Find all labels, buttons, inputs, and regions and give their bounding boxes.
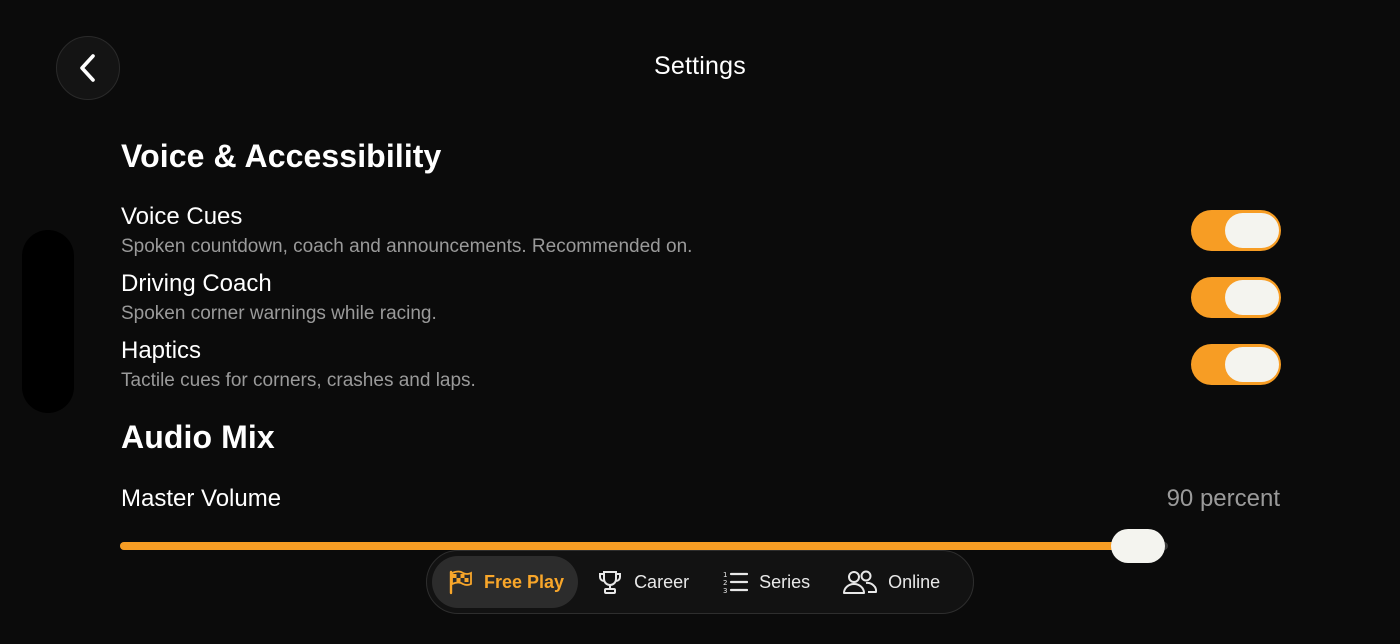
tab-label: Online [888, 571, 941, 592]
haptics-toggle[interactable] [1191, 344, 1281, 385]
toggle-knob [1225, 347, 1279, 382]
setting-row-driving-coach: Driving Coach Spoken corner warnings whi… [121, 270, 1281, 330]
checkered-flag-icon [446, 568, 474, 596]
driving-coach-toggle[interactable] [1191, 277, 1281, 318]
section-title-audio: Audio Mix [121, 419, 275, 455]
tab-label: Free Play [484, 571, 565, 592]
page-title: Settings [654, 52, 746, 80]
master-volume-label: Master Volume [121, 485, 282, 512]
svg-text:1: 1 [723, 571, 727, 579]
tab-online[interactable]: Online [828, 556, 954, 608]
users-icon [842, 568, 878, 596]
setting-label: Driving Coach [121, 270, 272, 297]
setting-row-voice-cues: Voice Cues Spoken countdown, coach and a… [121, 203, 1281, 263]
master-volume-slider[interactable] [120, 529, 1168, 563]
setting-row-haptics: Haptics Tactile cues for corners, crashe… [121, 337, 1281, 397]
slider-fill [120, 542, 1138, 550]
tab-series[interactable]: 1 2 3 Series [707, 556, 824, 608]
svg-text:2: 2 [723, 579, 727, 587]
numbered-list-icon: 1 2 3 [721, 568, 749, 596]
setting-description: Spoken countdown, coach and announcement… [121, 236, 693, 257]
section-title-voice: Voice & Accessibility [121, 138, 442, 174]
svg-text:3: 3 [723, 587, 727, 595]
side-handle [22, 230, 74, 413]
trophy-icon [596, 568, 624, 596]
tab-free-play[interactable]: Free Play [432, 556, 579, 608]
setting-label: Voice Cues [121, 203, 243, 230]
tab-career[interactable]: Career [582, 556, 703, 608]
bottom-tab-bar: Free Play Career 1 2 3 Series Online [426, 550, 974, 614]
setting-label: Haptics [121, 337, 202, 364]
master-volume-value: 90 percent [1166, 485, 1280, 512]
setting-description: Spoken corner warnings while racing. [121, 303, 437, 324]
toggle-knob [1225, 280, 1279, 315]
settings-screen: Settings Voice & Accessibility Voice Cue… [0, 0, 1400, 644]
voice-cues-toggle[interactable] [1191, 210, 1281, 251]
slider-thumb[interactable] [1111, 529, 1165, 563]
tab-label: Career [634, 571, 690, 592]
toggle-knob [1225, 213, 1279, 248]
tab-label: Series [759, 571, 811, 592]
setting-description: Tactile cues for corners, crashes and la… [121, 370, 476, 391]
